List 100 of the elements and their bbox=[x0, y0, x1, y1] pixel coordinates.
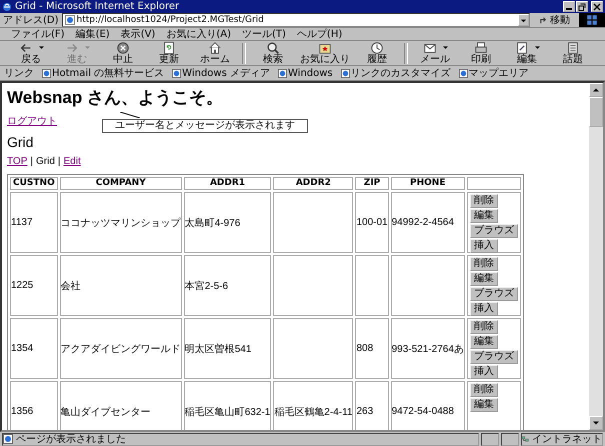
row-action-button[interactable]: 挿入 bbox=[470, 302, 498, 316]
row-action-button[interactable]: 編集 bbox=[470, 398, 498, 412]
address-field[interactable]: http://localhost1024/Project2.MGTest/Grid bbox=[62, 13, 530, 27]
column-header: ADDR1 bbox=[184, 177, 272, 190]
table-cell bbox=[355, 255, 389, 316]
annotation-callout: ユーザー名とメッセージが表示されます bbox=[102, 119, 308, 133]
row-action-button[interactable]: 挿入 bbox=[470, 365, 498, 379]
page-heading: Grid bbox=[7, 134, 34, 150]
leader-line bbox=[120, 112, 140, 118]
row-action-button[interactable]: ブラウズ bbox=[470, 350, 518, 364]
close-button[interactable] bbox=[591, 1, 603, 12]
link-item[interactable]: マップエリア bbox=[458, 66, 529, 80]
table-cell: 亀山ダイブセンター bbox=[60, 381, 182, 430]
table-cell: アクアダイビングワールド bbox=[60, 318, 182, 379]
edit-icon bbox=[514, 41, 528, 55]
history-icon bbox=[370, 41, 384, 55]
links-label: リンク bbox=[4, 67, 34, 80]
minimize-icon bbox=[566, 8, 572, 10]
network-icon bbox=[522, 434, 529, 444]
caret-icon bbox=[84, 46, 90, 50]
menu-item[interactable]: 編集(E) bbox=[70, 27, 115, 41]
table-cell: 明太区曽根541 bbox=[184, 318, 272, 379]
mail-icon bbox=[422, 41, 436, 55]
scrollbar-thumb[interactable] bbox=[589, 97, 603, 127]
back-icon bbox=[18, 41, 32, 55]
page-icon bbox=[42, 68, 51, 78]
forward-icon bbox=[64, 41, 78, 55]
column-header: ADDR2 bbox=[273, 177, 354, 190]
dropdown-button[interactable] bbox=[518, 14, 529, 26]
caret-icon bbox=[442, 46, 448, 50]
vertical-scrollbar[interactable] bbox=[589, 83, 603, 430]
table-cell: 100-01 bbox=[355, 192, 389, 253]
menu-item[interactable]: ヘルプ(H) bbox=[292, 27, 348, 41]
column-header: ZIP bbox=[355, 177, 389, 190]
arrow-icon bbox=[539, 16, 548, 24]
caret-icon bbox=[520, 16, 527, 24]
discuss-icon bbox=[566, 41, 580, 55]
page-icon bbox=[64, 15, 75, 25]
status-message: ページが表示されました bbox=[2, 432, 479, 446]
row-action-button[interactable]: 編集 bbox=[470, 335, 498, 349]
row-action-button[interactable]: ブラウズ bbox=[470, 224, 518, 238]
link-item[interactable]: Windows メディア bbox=[172, 66, 270, 80]
breadcrumb-separator: | bbox=[30, 156, 33, 167]
table-cell: 1354 bbox=[10, 318, 58, 379]
table-cell: 1137 bbox=[10, 192, 58, 253]
table-cell: 会社 bbox=[60, 255, 182, 316]
table-cell: 993-521-2764あ bbox=[390, 318, 465, 379]
table-cell: 本宮2-5-6 bbox=[184, 255, 272, 316]
link-item[interactable]: Hotmail の無料サービス bbox=[42, 66, 164, 80]
scroll-down-icon bbox=[592, 419, 600, 427]
caret-icon bbox=[534, 46, 540, 50]
row-action-button[interactable]: 挿入 bbox=[470, 239, 498, 253]
security-zone: イントラネット bbox=[521, 432, 603, 446]
minimize-button[interactable] bbox=[563, 1, 575, 12]
breadcrumb-link[interactable]: Edit bbox=[64, 156, 81, 167]
menu-item[interactable]: 表示(V) bbox=[116, 27, 160, 41]
row-action-button[interactable]: ブラウズ bbox=[470, 287, 518, 301]
browser-logo-icon bbox=[2, 2, 12, 12]
row-action-button[interactable]: 削除 bbox=[470, 194, 498, 208]
column-header: CUSTNO bbox=[10, 177, 58, 190]
column-header: PHONE bbox=[390, 177, 465, 190]
scroll-up-icon bbox=[592, 86, 600, 94]
row-action-button[interactable]: 削除 bbox=[470, 257, 498, 271]
page-icon bbox=[458, 68, 468, 78]
breadcrumb-current: Grid bbox=[36, 156, 55, 167]
page-icon bbox=[340, 68, 350, 78]
row-action-button[interactable]: 編集 bbox=[470, 209, 498, 223]
caret-icon bbox=[38, 46, 44, 50]
link-item[interactable]: リンクのカスタマイズ bbox=[340, 66, 451, 80]
status-pane bbox=[481, 432, 499, 446]
greeting-heading: Websnap さん、ようこそ。 bbox=[7, 88, 223, 108]
window-title: Grid - Microsoft Internet Explorer bbox=[15, 1, 180, 12]
restore-button[interactable] bbox=[576, 1, 588, 12]
close-icon bbox=[593, 2, 601, 10]
page-icon bbox=[3, 434, 13, 444]
breadcrumb-separator: | bbox=[58, 156, 61, 167]
row-action-button[interactable]: 削除 bbox=[470, 383, 498, 397]
page-icon bbox=[278, 68, 287, 78]
restore-icon bbox=[578, 2, 586, 10]
favorites-icon bbox=[318, 41, 332, 55]
table-cell: 808 bbox=[355, 318, 389, 379]
status-pane bbox=[501, 432, 519, 446]
home-icon bbox=[208, 41, 222, 55]
menu-item[interactable]: お気に入り(A) bbox=[161, 27, 236, 41]
search-icon bbox=[266, 41, 280, 55]
row-action-button[interactable]: 削除 bbox=[470, 320, 498, 334]
menu-item[interactable]: ツール(T) bbox=[237, 27, 291, 41]
logout-link[interactable]: ログアウト bbox=[7, 114, 57, 128]
print-icon bbox=[474, 41, 488, 55]
link-item[interactable]: Windows bbox=[278, 68, 333, 78]
row-action-button[interactable]: 編集 bbox=[470, 272, 498, 286]
table-cell: 94992-2-4564 bbox=[390, 192, 465, 253]
breadcrumb-link[interactable]: TOP bbox=[7, 156, 28, 167]
address-label: アドレス(D) bbox=[3, 14, 59, 27]
page-icon bbox=[172, 68, 182, 78]
table-cell: ココナッツマリンショップ bbox=[60, 192, 182, 253]
menu-item[interactable]: ファイル(F) bbox=[6, 27, 70, 41]
activity-indicator bbox=[579, 13, 605, 27]
table-cell: 9472-54-0488 bbox=[390, 381, 465, 430]
table-cell: 263 bbox=[355, 381, 389, 430]
